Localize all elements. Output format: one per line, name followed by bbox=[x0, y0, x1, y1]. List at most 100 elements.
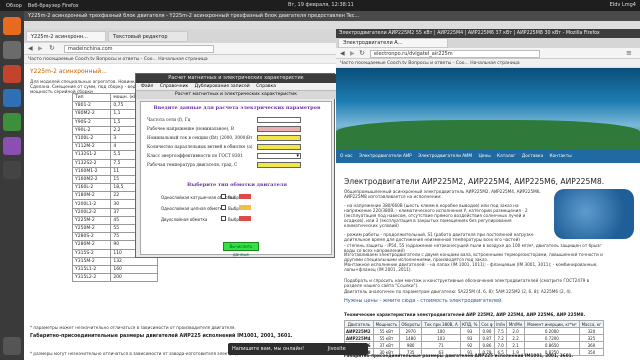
field-temperature-input[interactable] bbox=[257, 162, 301, 168]
input-heading: Введите данные для расчета электрических… bbox=[153, 105, 321, 111]
table-cell: Y132S1-2 bbox=[71, 150, 112, 160]
table-row: Y315M-2 132 bbox=[71, 256, 158, 266]
spec-table-title: Технические характеристики электродвигат… bbox=[344, 312, 586, 317]
clock[interactable]: Вт, 19 февраля, 12:38:11 bbox=[288, 2, 354, 8]
menu-icon[interactable]: ≡ bbox=[626, 49, 632, 57]
nav-catalog[interactable]: Каталог bbox=[497, 154, 515, 159]
left-footer-note2: * размеры могут незначительно отличаться… bbox=[30, 351, 259, 356]
calculate-button[interactable]: Вычислить данные bbox=[223, 242, 259, 257]
tab-electronpo[interactable]: Электродвигатели А... bbox=[338, 38, 448, 48]
files-icon[interactable] bbox=[3, 41, 21, 59]
winding-color-coil bbox=[239, 194, 251, 199]
tab-text-editor[interactable]: Текстовый редактор bbox=[108, 31, 188, 42]
table-cell: Y160L-2 bbox=[71, 183, 112, 193]
right-window-title[interactable]: Электродвигатели АИР225M2 55 кВт | АИР22… bbox=[336, 29, 640, 38]
winding-checkbox-double[interactable] bbox=[221, 216, 226, 221]
right-browser-window: Электродвигатели АИР225M2 55 кВт | АИР22… bbox=[336, 29, 640, 360]
winding-color-double bbox=[239, 216, 251, 221]
article-p5: Изготавливаем электродвигатели с двумя к… bbox=[344, 252, 603, 262]
prices-link[interactable]: Нужны цены - жмите сюда - стоимость элек… bbox=[344, 299, 604, 304]
spec-cell: 980 bbox=[398, 341, 423, 349]
system-top-bar: Обзор Веб-браузер Firefox Вт, 19 февраля… bbox=[0, 0, 640, 11]
system-tray[interactable]: ЕIdv Lmg4 bbox=[610, 2, 636, 8]
motor-image bbox=[554, 189, 634, 239]
table-cell: Y132S2-2 bbox=[71, 158, 112, 168]
reload-icon[interactable]: ↻ bbox=[359, 49, 365, 57]
dock bbox=[0, 11, 24, 360]
menu-help[interactable]: Справка bbox=[256, 84, 276, 89]
table-cell: Y315S-2 bbox=[71, 248, 112, 258]
table-cell: 200 bbox=[110, 273, 158, 283]
field-frequency-input[interactable] bbox=[257, 117, 301, 123]
menu-duplicate[interactable]: Дублирование записей bbox=[195, 84, 250, 89]
spec-cell: 2.0 bbox=[506, 327, 525, 335]
chat-notification[interactable]: Напишите вам, мы онлайн! Jivosite bbox=[228, 343, 368, 355]
firefox-icon[interactable] bbox=[3, 17, 21, 35]
spec-cell: 37 кВт bbox=[372, 341, 400, 349]
field-current-input[interactable] bbox=[257, 135, 301, 141]
table-cell: Y90L-2 bbox=[71, 125, 112, 135]
nav-about[interactable]: О нас bbox=[340, 154, 353, 159]
spec-cell: 360 bbox=[578, 341, 605, 349]
table-cell: Y280S-2 bbox=[71, 232, 112, 242]
calculation-dialog: Расчет магнитных и электрических характе… bbox=[135, 73, 336, 258]
back-icon[interactable]: ◀ bbox=[340, 50, 345, 57]
tab-y225m[interactable]: Y225m-2 асинхронн... bbox=[26, 31, 106, 42]
forward-icon[interactable]: ▶ bbox=[350, 50, 355, 57]
software-icon[interactable] bbox=[3, 65, 21, 83]
back-icon[interactable]: ◀ bbox=[28, 45, 33, 52]
winding-label-chain: Однослойная цепная обмотка bbox=[161, 206, 225, 211]
left-footer-heading: Габаритно-присоединительные размеры двиг… bbox=[30, 334, 293, 339]
spec-cell: 92 bbox=[459, 341, 480, 349]
forward-icon[interactable]: ▶ bbox=[38, 45, 43, 52]
menu-reference[interactable]: Справочник bbox=[160, 84, 188, 89]
nav-delivery[interactable]: Доставка bbox=[522, 154, 543, 159]
spec-cell: 93 bbox=[459, 327, 480, 335]
right-bookmarks-bar[interactable]: Часто посещаемые Cooch.tv Вопросы и отве… bbox=[336, 59, 640, 68]
nav-air-motors[interactable]: Электродвигатели АИР bbox=[359, 154, 412, 159]
article-p8: Двигатель аналогичен по параметрам двига… bbox=[344, 289, 572, 294]
efficiency-class-select[interactable]: ▾ bbox=[257, 153, 301, 159]
table-cell: Y315L2-2 bbox=[71, 273, 112, 283]
field-label-frequency: Частота сети (f), Гц bbox=[147, 117, 191, 122]
chat-notification-action[interactable]: Jivosite bbox=[328, 346, 346, 352]
winding-checkbox-coil[interactable] bbox=[221, 194, 226, 199]
app-grid-icon[interactable] bbox=[3, 337, 21, 355]
left-bookmarks-bar[interactable]: Часто посещаемые Cooch.tv Вопросы и отве… bbox=[24, 55, 336, 64]
impress-icon[interactable] bbox=[3, 137, 21, 155]
left-url-field[interactable]: madeinchina.com bbox=[64, 45, 214, 53]
spec-header-cell: КПД, % bbox=[459, 320, 480, 328]
spec-cell: 2.1 bbox=[506, 341, 525, 349]
calc-icon[interactable] bbox=[3, 113, 21, 131]
field-voltage-input[interactable] bbox=[257, 126, 301, 132]
spec-cell: 93 bbox=[459, 334, 480, 342]
reload-icon[interactable]: ↻ bbox=[49, 44, 55, 52]
spec-cell: 1480 bbox=[398, 334, 423, 342]
table-cell: Y280M-2 bbox=[71, 240, 112, 250]
chevron-down-icon: ▾ bbox=[296, 153, 299, 159]
menu-file[interactable]: Файл bbox=[141, 84, 153, 89]
spec-header-cell: Мп/Мн bbox=[506, 320, 525, 328]
app-menu-firefox[interactable]: Веб-браузер Firefox bbox=[28, 3, 79, 9]
table-cell: Y80M2-2 bbox=[71, 109, 112, 119]
table-cell: Y180M-2 bbox=[71, 191, 112, 201]
nav-contacts[interactable]: Контакты bbox=[549, 154, 571, 159]
nav-prices[interactable]: Цены bbox=[478, 154, 490, 159]
field-label-current: Номинальный ток в секции (fbt) (2000, 30… bbox=[147, 135, 253, 140]
nav-aim-motors[interactable]: Электродвигатели АИМ bbox=[418, 154, 472, 159]
table-row: Y315L1-2 160 bbox=[71, 264, 158, 275]
spec-header-row: Двигатель Мощность Обороты Ток при 380В, АК… bbox=[344, 320, 605, 328]
writer-icon[interactable] bbox=[3, 89, 21, 107]
article-p3: - режим работы - продолжительный, S1 (ра… bbox=[344, 232, 534, 242]
winding-checkbox-chain[interactable] bbox=[221, 205, 226, 210]
spec-cell: 0.2000 bbox=[523, 327, 580, 335]
table-row: Y315L2-2 200 bbox=[71, 273, 158, 283]
table-cell: 132 bbox=[110, 256, 158, 266]
field-branches-input[interactable] bbox=[257, 144, 301, 150]
spec-cell: 0.8650 bbox=[523, 341, 580, 349]
overview-button[interactable]: Обзор bbox=[6, 3, 22, 9]
table-cell: Y112M-2 bbox=[71, 142, 112, 152]
right-url-field[interactable]: electronpo.ru/dvigatel_air225m bbox=[370, 50, 540, 58]
terminal-icon[interactable] bbox=[3, 161, 21, 179]
dialog-title[interactable]: Расчет магнитных и электрических характе… bbox=[136, 74, 336, 83]
